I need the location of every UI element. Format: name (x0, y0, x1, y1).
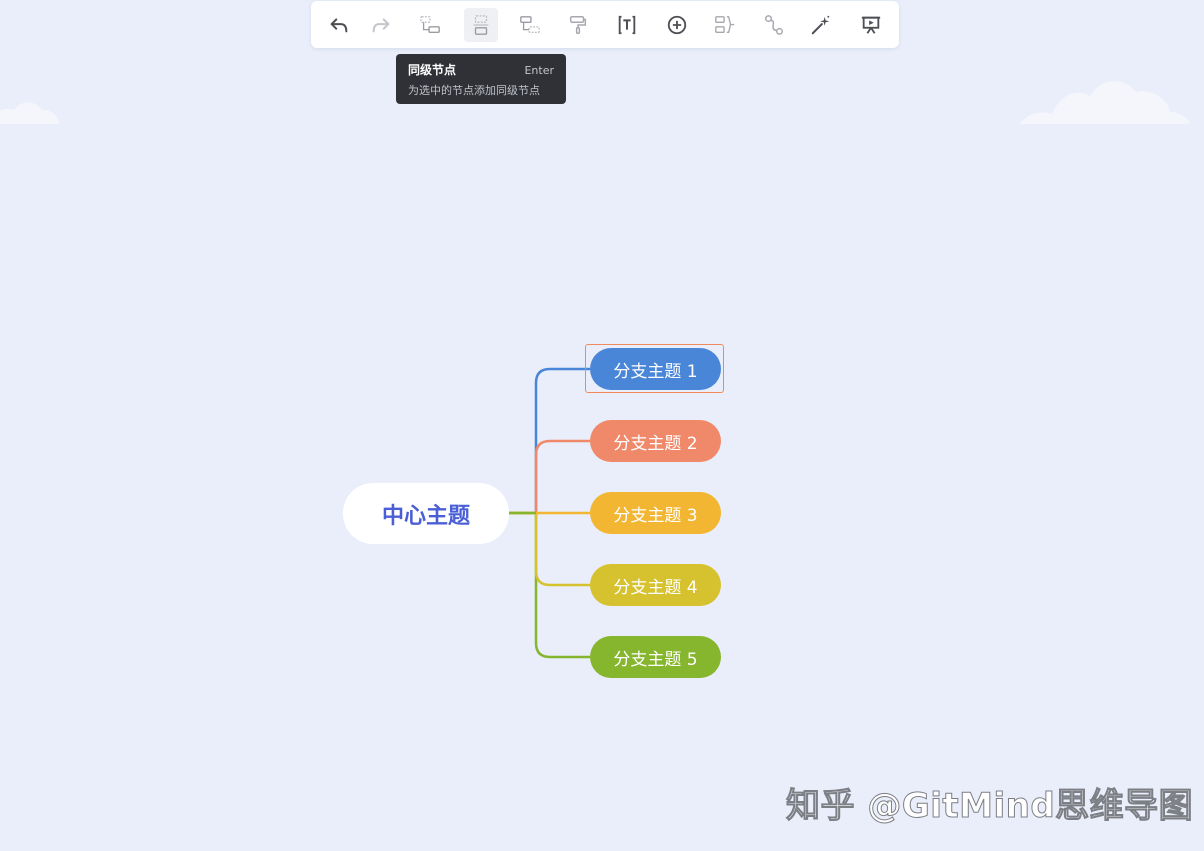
style-button[interactable] (804, 8, 838, 42)
format-painter-button[interactable] (561, 8, 595, 42)
branch-topic-label: 分支主题 5 (613, 649, 698, 670)
tooltip-description: 为选中的节点添加同级节点 (408, 84, 540, 97)
connector-branch-2 (509, 439, 590, 515)
redo-button[interactable] (364, 8, 398, 42)
magic-wand-icon (811, 15, 830, 35)
branch-topic-node-2[interactable]: 分支主题 2 (590, 420, 721, 462)
cloud-decoration-left (0, 102, 60, 124)
summary-bracket-icon (715, 16, 735, 34)
branch-topic-label: 分支主题 1 (613, 361, 698, 382)
undo-button[interactable] (322, 8, 356, 42)
center-topic-node[interactable]: 中心主题 (343, 483, 509, 544)
connector-branch-4 (509, 511, 590, 587)
tooltip-title: 同级节点 (408, 63, 457, 77)
sibling-node-icon (473, 15, 489, 35)
plus-circle-icon (667, 15, 687, 35)
child-node-icon (420, 16, 440, 34)
watermark: 知乎 @GitMind思维导图 (785, 786, 1194, 827)
center-topic-label: 中心主题 (381, 503, 470, 529)
connector-branch-1 (509, 367, 590, 515)
redo-icon (372, 18, 390, 33)
summary-button[interactable] (708, 8, 742, 42)
add-parent-node-button[interactable] (513, 8, 547, 42)
branch-topic-label: 分支主题 2 (613, 433, 698, 454)
add-sibling-node-button[interactable] (464, 8, 498, 42)
connector-branch-5 (509, 511, 590, 659)
presentation-icon (861, 16, 881, 34)
text-box-icon (618, 15, 636, 35)
toolbar (311, 1, 899, 48)
branch-topic-node-1[interactable]: 分支主题 1 (590, 348, 721, 390)
relation-link-icon (765, 15, 783, 35)
presentation-button[interactable] (854, 8, 888, 42)
add-child-node-button[interactable] (413, 8, 447, 42)
parent-node-icon (520, 16, 540, 33)
branch-topic-node-4[interactable]: 分支主题 4 (590, 564, 721, 606)
text-button[interactable] (610, 8, 644, 42)
paint-roller-icon (569, 16, 587, 34)
branch-topic-label: 分支主题 4 (613, 577, 698, 598)
branch-topic-node-3[interactable]: 分支主题 3 (590, 492, 721, 534)
sibling-node-tooltip: 同级节点 Enter 为选中的节点添加同级节点 (396, 54, 566, 104)
relation-line-button[interactable] (757, 8, 791, 42)
tooltip-shortcut: Enter (524, 64, 554, 77)
undo-icon (330, 18, 348, 33)
insert-button[interactable] (660, 8, 694, 42)
branch-topic-label: 分支主题 3 (613, 505, 698, 526)
branch-topic-node-5[interactable]: 分支主题 5 (590, 636, 721, 678)
cloud-decoration-right (1020, 81, 1190, 124)
